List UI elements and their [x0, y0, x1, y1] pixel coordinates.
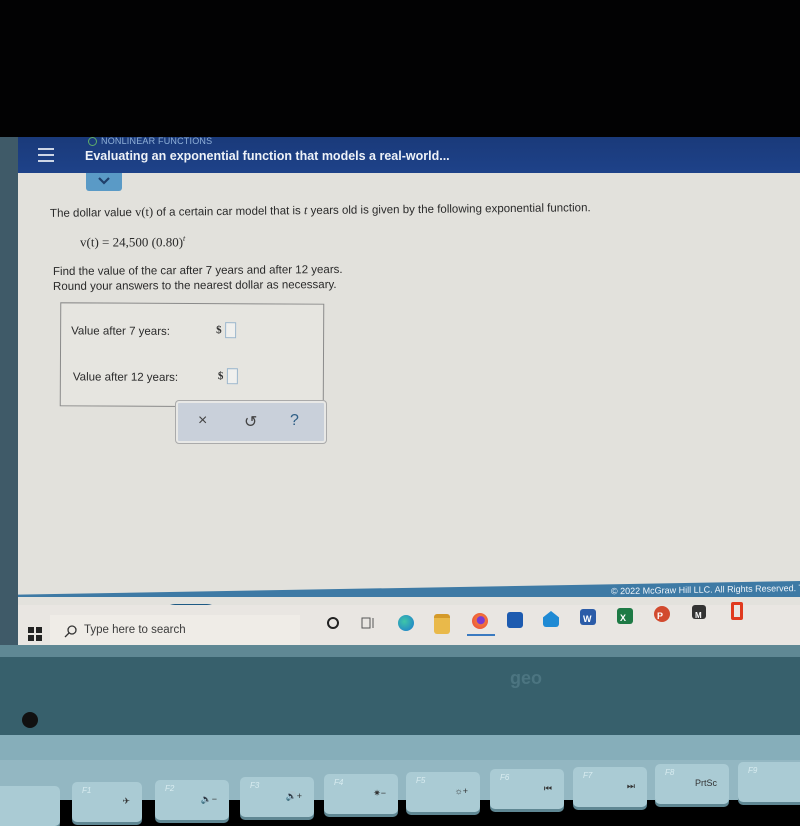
page-title: Evaluating an exponential function that … [85, 149, 450, 163]
answer-panel: Value after 7 years: $ Value after 12 ye… [59, 302, 325, 408]
background-dark [0, 0, 800, 137]
function-notation: v(t) [134, 204, 154, 219]
taskbar-search[interactable]: Type here to search [50, 615, 300, 647]
key-f9[interactable]: F9 [738, 762, 800, 802]
task-view-icon[interactable] [360, 615, 376, 631]
firefox-icon[interactable] [472, 613, 488, 629]
windows-icon [28, 627, 42, 641]
page-header: NONLINEAR FUNCTIONS Evaluating an expone… [18, 137, 800, 173]
key-f8[interactable]: F8 PrtSc [655, 764, 729, 804]
bezel-dot [22, 712, 38, 728]
instruction-line-2: Round your answers to the nearest dollar… [52, 279, 337, 293]
value-12-years-input[interactable] [226, 368, 238, 385]
collapse-button[interactable] [86, 173, 122, 191]
mcgraw-hill-icon[interactable]: M [692, 605, 706, 620]
edge-icon[interactable] [398, 615, 414, 631]
search-placeholder: Type here to search [84, 624, 186, 636]
cortana-icon[interactable] [326, 616, 340, 630]
brand-logo: geo [510, 668, 543, 688]
answer-tools: × ↺ ? [176, 401, 326, 443]
dollar-sign: $ [216, 324, 222, 337]
answer-label-12-years: Value after 12 years: [72, 371, 179, 384]
question-area: The dollar value v(t) of a certain car m… [18, 173, 800, 597]
search-icon [64, 625, 77, 638]
key-f7[interactable]: F7 ⏭ [573, 767, 647, 807]
screen-left-edge [0, 137, 18, 657]
question-intro: The dollar value v(t) of a certain car m… [49, 202, 591, 220]
excel-icon[interactable]: X [617, 608, 633, 624]
answer-label-7-years: Value after 7 years: [71, 325, 171, 338]
help-button[interactable]: ? [290, 412, 299, 430]
formula: v(t) = 24,500 (0.80)t [80, 234, 186, 250]
clear-button[interactable]: × [198, 412, 207, 430]
topic-status-icon [88, 137, 97, 147]
key-f4[interactable]: F4 ✷− [324, 774, 398, 814]
key-f2[interactable]: F2 🔈− [155, 780, 229, 820]
screen-bezel-edge [0, 645, 800, 657]
menu-icon[interactable] [38, 148, 54, 162]
laptop-bezel [0, 657, 800, 735]
breadcrumb-label: NONLINEAR FUNCTIONS [101, 137, 213, 146]
copyright-text: © 2022 McGraw Hill LLC. All Rights Reser… [610, 582, 800, 597]
word-icon[interactable]: W [580, 609, 596, 625]
chevron-down-icon [98, 177, 110, 185]
dollar-sign: $ [217, 370, 224, 383]
microsoft-store-icon[interactable] [507, 612, 523, 628]
powerpoint-icon[interactable]: P [654, 606, 670, 622]
undo-button[interactable]: ↺ [244, 412, 257, 432]
value-7-years-input[interactable] [225, 322, 237, 339]
key-f1[interactable]: F1 ✈ [72, 782, 142, 822]
instruction-line-1: Find the value of the car after 7 years … [52, 263, 343, 279]
key-esc[interactable] [0, 786, 60, 826]
keyboard: F1 ✈ F2 🔈− F3 🔊+ F4 ✷− F5 ☼+ F6 ⏮ F7 ⏭ F8 PrtSc … [0, 760, 800, 826]
file-explorer-icon[interactable] [434, 614, 450, 634]
key-f3[interactable]: F3 🔊+ [240, 777, 314, 817]
key-f5[interactable]: F5 ☼+ [406, 772, 480, 812]
office-icon[interactable] [731, 602, 743, 620]
key-f6[interactable]: F6 ⏮ [490, 769, 564, 809]
active-app-indicator [467, 634, 495, 636]
laptop-screen: NONLINEAR FUNCTIONS Evaluating an expone… [0, 137, 800, 657]
breadcrumb: NONLINEAR FUNCTIONS [88, 137, 213, 147]
